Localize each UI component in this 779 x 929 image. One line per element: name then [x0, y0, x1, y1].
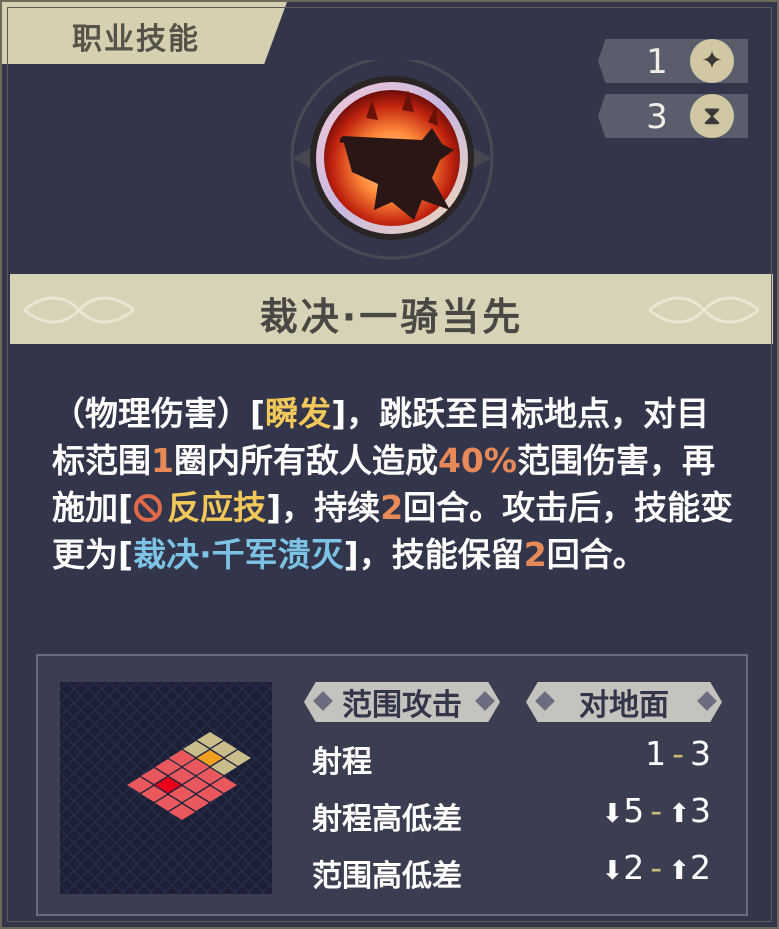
spark-icon: ✦	[690, 39, 734, 83]
range-grid-map	[60, 682, 272, 894]
area-height-label: 范围高低差	[312, 859, 462, 894]
range-height-label: 射程高低差	[312, 802, 462, 837]
arrow-up-icon: ⬆	[668, 856, 690, 886]
category-label: 职业技能	[72, 22, 200, 57]
arrow-down-icon: ⬇	[601, 799, 624, 829]
prohibited-icon	[133, 488, 163, 522]
cost-value: 1	[646, 42, 668, 82]
range-value: 1-3	[645, 734, 711, 773]
range-max: 3	[690, 734, 711, 773]
status-link[interactable]: 反应技	[167, 488, 266, 527]
range-label: 射程	[312, 745, 372, 780]
desc-text: ]，持续	[266, 488, 381, 527]
category-tab: 职业技能	[2, 2, 287, 64]
skill-name: 裁决·一骑当先	[259, 295, 524, 339]
range-min: 1	[645, 734, 667, 773]
skill-card: 职业技能 1 ✦ 3 ⧗ 裁决·一骑当先 （物理伤害）[瞬发]，跳跃至目标地点，…	[0, 0, 779, 929]
keep-value: 2	[523, 535, 547, 574]
skill-description: （物理伤害）[瞬发]，跳跃至目标地点，对目标范围1圈内所有敌人造成40%范围伤害…	[52, 390, 742, 578]
transform-skill-link[interactable]: 裁决·千军溃灭	[133, 535, 344, 574]
skill-name-band: 裁决·一骑当先	[10, 274, 773, 344]
instant-tag: 瞬发	[265, 394, 332, 433]
area-attack-tag: 范围攻击	[304, 682, 500, 722]
range-height-down: 5	[623, 791, 645, 830]
desc-text: ]，技能保留	[343, 535, 524, 574]
duration-value: 2	[380, 488, 404, 527]
hourglass-icon: ⧗	[690, 94, 734, 138]
desc-text: （物理伤害）[	[52, 394, 266, 433]
area-height-down: 2	[623, 848, 645, 887]
arrow-up-icon: ⬆	[668, 799, 690, 829]
ground-target-tag: 对地面	[526, 682, 722, 722]
range-height-value: ⬇5- ⬆3	[601, 791, 711, 830]
desc-text: 回合。	[546, 535, 646, 574]
area-height-up: 2	[690, 848, 711, 887]
range-value: 1	[151, 441, 174, 480]
area-height-value: ⬇2- ⬆2	[601, 848, 711, 887]
range-height-up: 3	[690, 791, 711, 830]
cooldown-value: 3	[646, 97, 668, 137]
damage-value: 40%	[437, 441, 517, 480]
arrow-down-icon: ⬇	[601, 856, 624, 886]
charging-knight-icon	[290, 60, 494, 260]
desc-text: 圈内所有敌人造成	[173, 441, 438, 480]
